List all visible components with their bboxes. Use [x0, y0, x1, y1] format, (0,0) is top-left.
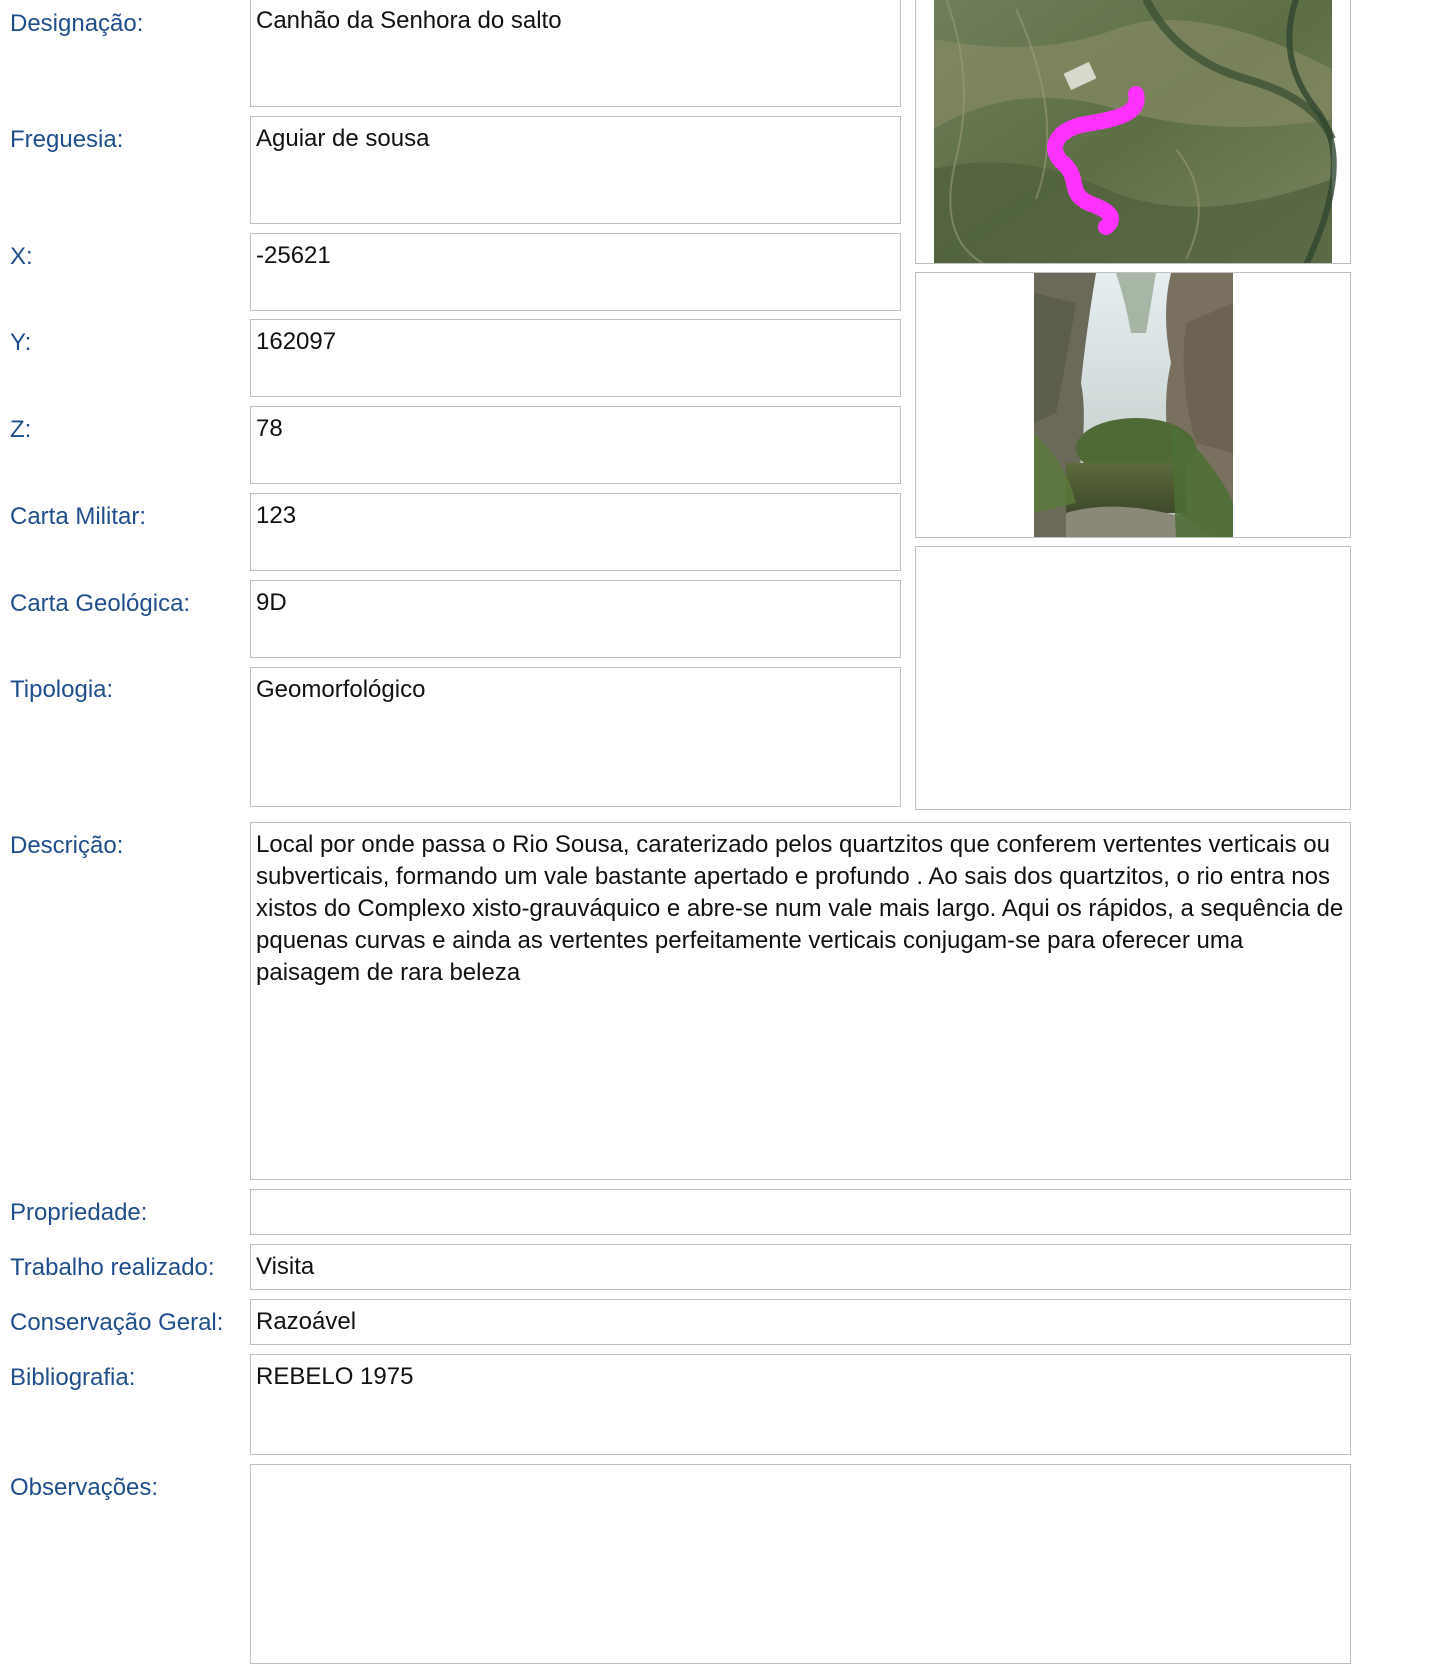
- label-tipologia: Tipologia:: [10, 676, 114, 703]
- designacao-field[interactable]: Canhão da Senhora do salto: [250, 0, 901, 107]
- label-x: X:: [10, 243, 33, 270]
- label-carta-geologica: Carta Geológica:: [10, 590, 191, 617]
- label-observacoes: Observações:: [10, 1474, 159, 1501]
- label-designacao: Designação:: [10, 10, 144, 37]
- label-carta-militar: Carta Militar:: [10, 503, 147, 530]
- z-coordinate-field[interactable]: 78: [250, 406, 901, 484]
- conservacao-geral-field[interactable]: Razoável: [250, 1299, 1351, 1345]
- x-coordinate-field[interactable]: -25621: [250, 233, 901, 311]
- aerial-map-frame: [915, 0, 1351, 264]
- label-descricao: Descrição:: [10, 832, 124, 859]
- empty-image-slot: [915, 546, 1351, 810]
- label-propriedade: Propriedade:: [10, 1199, 148, 1226]
- label-freguesia: Freguesia:: [10, 126, 124, 153]
- bibliografia-field[interactable]: REBELO 1975: [250, 1354, 1351, 1455]
- carta-militar-field[interactable]: 123: [250, 493, 901, 571]
- aerial-map-image: [934, 0, 1337, 263]
- descricao-field[interactable]: Local por onde passa o Rio Sousa, carate…: [250, 822, 1351, 1180]
- label-conservacao-geral: Conservação Geral:: [10, 1309, 224, 1336]
- trabalho-realizado-field[interactable]: Visita: [250, 1244, 1351, 1290]
- label-y: Y:: [10, 329, 32, 356]
- observacoes-field[interactable]: [250, 1464, 1351, 1664]
- freguesia-field[interactable]: Aguiar de sousa: [250, 116, 901, 224]
- carta-geologica-field[interactable]: 9D: [250, 580, 901, 658]
- label-trabalho-realizado: Trabalho realizado:: [10, 1254, 215, 1281]
- canyon-photo-image: [1034, 273, 1233, 537]
- canyon-photo-frame: [915, 272, 1351, 538]
- label-bibliografia: Bibliografia:: [10, 1364, 136, 1391]
- propriedade-field[interactable]: [250, 1189, 1351, 1235]
- label-z: Z:: [10, 416, 32, 443]
- tipologia-field[interactable]: Geomorfológico: [250, 667, 901, 807]
- y-coordinate-field[interactable]: 162097: [250, 319, 901, 397]
